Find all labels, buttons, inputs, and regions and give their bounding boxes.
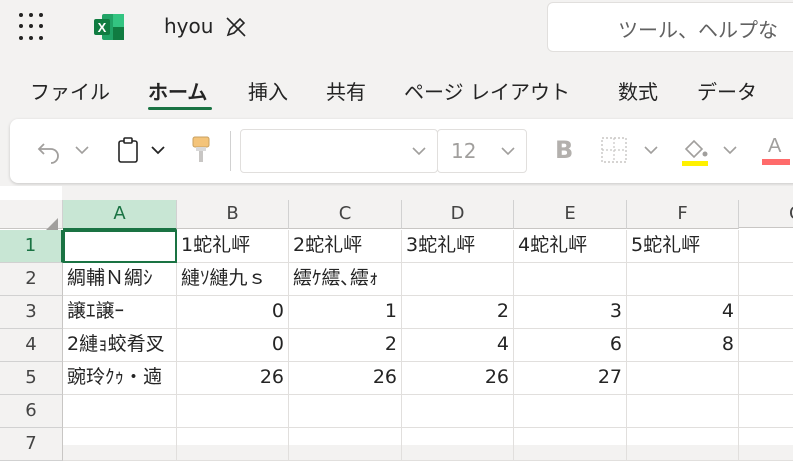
- fill-color-bucket-icon[interactable]: [680, 135, 710, 167]
- tab-page-layout[interactable]: ページ レイアウト: [404, 76, 570, 105]
- row-header-1[interactable]: 1: [0, 230, 63, 263]
- tab-insert[interactable]: 挿入: [248, 76, 288, 105]
- excel-logo-letter: X: [98, 20, 107, 35]
- column-header-e[interactable]: E: [514, 200, 627, 229]
- font-name-dropdown[interactable]: [240, 129, 438, 173]
- cell-d6[interactable]: [402, 395, 514, 428]
- cell-f5[interactable]: [627, 362, 739, 395]
- column-header-b[interactable]: B: [177, 200, 289, 229]
- cell-e5[interactable]: 27: [514, 362, 627, 395]
- cell-a1[interactable]: [63, 230, 177, 263]
- tab-formulas[interactable]: 数式: [618, 76, 658, 105]
- active-tab-indicator: [148, 107, 212, 110]
- cell-c2[interactable]: 繧ｹ繧､繧ｫ: [289, 263, 402, 296]
- tab-home[interactable]: ホーム: [148, 76, 207, 105]
- borders-dropdown-chevron-icon[interactable]: [643, 144, 659, 156]
- search-box[interactable]: ツール、ヘルプな: [547, 2, 793, 52]
- column-header-d[interactable]: D: [402, 200, 514, 229]
- tab-share[interactable]: 共有: [326, 76, 366, 105]
- cell-f3[interactable]: 4: [627, 296, 739, 329]
- cell-g1[interactable]: [739, 230, 793, 263]
- select-all-corner[interactable]: [0, 200, 63, 238]
- cell-f4[interactable]: 8: [627, 329, 739, 362]
- cell-c1[interactable]: 2蛇礼岼: [289, 230, 402, 263]
- cell-d2[interactable]: [402, 263, 514, 296]
- cell-e2[interactable]: [514, 263, 627, 296]
- cell-e3[interactable]: 3: [514, 296, 627, 329]
- bold-button[interactable]: B: [555, 136, 573, 164]
- cell-c3[interactable]: 1: [289, 296, 402, 329]
- cell-e6[interactable]: [514, 395, 627, 428]
- row-header-3[interactable]: 3: [0, 296, 63, 329]
- cell-g5[interactable]: [739, 362, 793, 395]
- cell-e4[interactable]: 6: [514, 329, 627, 362]
- font-color-swatch: [762, 159, 790, 165]
- cell-a6[interactable]: [63, 395, 177, 428]
- cell-f1[interactable]: 5蛇礼岼: [627, 230, 739, 263]
- cell-f2[interactable]: [627, 263, 739, 296]
- home-toolbar: 12 B A: [10, 119, 793, 183]
- font-size-chevron-icon: [501, 147, 515, 156]
- format-painter-icon[interactable]: [190, 135, 212, 165]
- font-dropdown-chevron-icon: [412, 147, 426, 156]
- column-header-f[interactable]: F: [627, 200, 739, 229]
- row-header-5[interactable]: 5: [0, 362, 63, 395]
- title-bar: X hyou ツール、ヘルプな: [0, 0, 793, 56]
- cell-c6[interactable]: [289, 395, 402, 428]
- cell-b4[interactable]: 0: [177, 329, 289, 362]
- cell-b5[interactable]: 26: [177, 362, 289, 395]
- cell-f6[interactable]: [627, 395, 739, 428]
- undo-dropdown-chevron-icon[interactable]: [74, 144, 90, 156]
- cell-b1[interactable]: 1蛇礼岼: [177, 230, 289, 263]
- cell-d3[interactable]: 2: [402, 296, 514, 329]
- search-placeholder: ツール、ヘルプな: [618, 18, 778, 42]
- row-header-2[interactable]: 2: [0, 263, 63, 296]
- row-header-6[interactable]: 6: [0, 395, 63, 428]
- edit-pen-icon[interactable]: [224, 15, 248, 39]
- tab-file[interactable]: ファイル: [30, 76, 110, 105]
- cell-c4[interactable]: 2: [289, 329, 402, 362]
- font-color-letter: A: [768, 135, 782, 157]
- column-header-a[interactable]: A: [63, 200, 177, 230]
- cell-d5[interactable]: 26: [402, 362, 514, 395]
- font-size-value: 12: [451, 139, 477, 163]
- cell-a3[interactable]: 譲ｴ譲ｰ: [63, 296, 177, 329]
- cell-a2[interactable]: 綢輔Ｎ綢ｼ: [63, 263, 177, 296]
- app-launcher-icon[interactable]: [19, 13, 49, 43]
- column-header-c[interactable]: C: [289, 200, 402, 229]
- tab-data[interactable]: データ: [697, 76, 757, 105]
- borders-icon[interactable]: [600, 136, 628, 164]
- clipboard-paste-icon[interactable]: [116, 136, 140, 164]
- ribbon-tabs: ファイル ホーム 挿入 共有 ページ レイアウト 数式 データ: [0, 68, 793, 112]
- document-title[interactable]: hyou: [164, 14, 213, 38]
- excel-logo-icon: X: [94, 14, 124, 40]
- cell-d4[interactable]: 4: [402, 329, 514, 362]
- cell-b3[interactable]: 0: [177, 296, 289, 329]
- cell-g2[interactable]: [739, 263, 793, 296]
- cell-c5[interactable]: 26: [289, 362, 402, 395]
- cell-e1[interactable]: 4蛇礼岼: [514, 230, 627, 263]
- cell-d1[interactable]: 3蛇礼岼: [402, 230, 514, 263]
- grid-top-strip: [62, 186, 793, 200]
- cell-g6[interactable]: [739, 395, 793, 428]
- cell-a4[interactable]: 2縺ｮ蛟肴㕚: [63, 329, 177, 362]
- font-color-button[interactable]: A: [762, 133, 790, 167]
- cell-a5[interactable]: 豌玲ｸｩ・遖: [63, 362, 177, 395]
- cell-g3[interactable]: [739, 296, 793, 329]
- toolbar-separator: [230, 131, 231, 171]
- cell-b2[interactable]: 縺ｿ縺九ｓ: [177, 263, 289, 296]
- spreadsheet-grid[interactable]: A B C D E F G 1 2 3 4 5 6 7 1蛇礼岼 2蛇礼岼 3蛇…: [0, 186, 793, 461]
- paste-dropdown-chevron-icon[interactable]: [150, 144, 166, 156]
- font-size-dropdown[interactable]: 12: [437, 129, 527, 173]
- cell-g4[interactable]: [739, 329, 793, 362]
- fill-color-dropdown-chevron-icon[interactable]: [722, 144, 738, 156]
- column-header-g[interactable]: G: [739, 200, 793, 228]
- cell-b6[interactable]: [177, 395, 289, 428]
- undo-icon[interactable]: [36, 138, 62, 164]
- row-header-4[interactable]: 4: [0, 329, 63, 362]
